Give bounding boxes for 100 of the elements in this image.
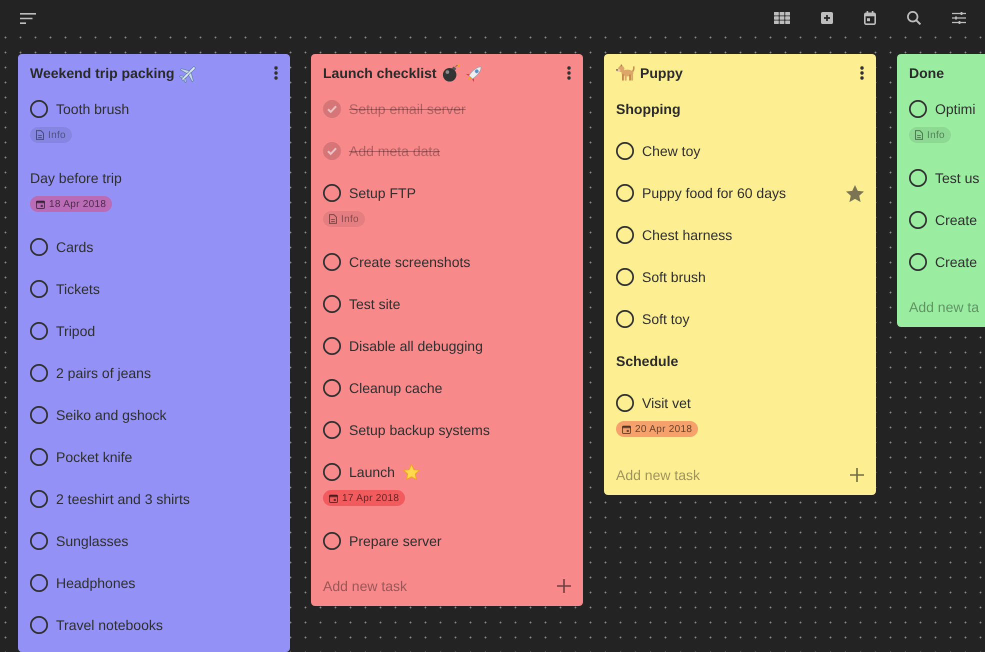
- document-icon: [36, 130, 44, 140]
- calendar-icon: [329, 494, 338, 502]
- task-text: Setup FTP: [349, 185, 416, 201]
- task-text: Soft brush: [642, 269, 706, 285]
- more-icon[interactable]: [860, 66, 864, 80]
- add-icon[interactable]: [821, 12, 833, 24]
- task-text: Cleanup cache: [349, 380, 442, 396]
- task-text: Optimi: [935, 101, 976, 117]
- checkbox[interactable]: [323, 463, 341, 481]
- checkbox[interactable]: [909, 253, 927, 271]
- checkbox[interactable]: [323, 532, 341, 550]
- task-text: Pocket knife: [56, 449, 132, 465]
- checkbox[interactable]: [909, 169, 927, 187]
- checkbox[interactable]: [909, 211, 927, 229]
- checkbox[interactable]: [616, 142, 634, 160]
- plus-icon[interactable]: [850, 468, 864, 482]
- dog-icon: [616, 64, 635, 82]
- checkbox[interactable]: [323, 421, 341, 439]
- date-label: 20 Apr 2018: [635, 424, 692, 434]
- more-icon[interactable]: [274, 66, 278, 80]
- checkbox[interactable]: [323, 142, 341, 160]
- task-text: Prepare server: [349, 533, 442, 549]
- checkbox[interactable]: [323, 295, 341, 313]
- info-label: Info: [341, 214, 359, 224]
- list-title: Done: [909, 65, 944, 81]
- checkbox[interactable]: [323, 337, 341, 355]
- checkbox[interactable]: [323, 253, 341, 271]
- task-text: Sunglasses: [56, 533, 128, 549]
- task-text: Tooth brush: [56, 101, 130, 117]
- grid-icon[interactable]: [774, 12, 790, 24]
- new-task-field[interactable]: Add new ta: [909, 299, 985, 315]
- date-badge[interactable]: 20 Apr 2018: [616, 421, 698, 437]
- task-text: 2 pairs of jeans: [56, 365, 151, 381]
- task-text: Disable all debugging: [349, 338, 483, 354]
- new-task-field[interactable]: Add new task: [323, 578, 551, 594]
- task-text: Soft toy: [642, 311, 690, 327]
- task-text: Create: [935, 254, 978, 270]
- task-text: Setup backup systems: [349, 422, 490, 438]
- star-icon: [402, 464, 420, 480]
- section-heading: Shopping: [616, 101, 681, 117]
- task-text: Travel notebooks: [56, 617, 163, 633]
- checkbox[interactable]: [30, 616, 48, 634]
- checkbox[interactable]: [30, 364, 48, 382]
- checkbox[interactable]: [616, 394, 634, 412]
- new-task-field[interactable]: Add new task: [616, 467, 844, 483]
- section-heading: Schedule: [616, 353, 678, 369]
- star-icon[interactable]: [846, 184, 864, 202]
- checkbox[interactable]: [30, 100, 48, 118]
- checkbox[interactable]: [323, 379, 341, 397]
- task-text: Setup email server: [349, 101, 466, 117]
- info-badge[interactable]: Info: [30, 127, 72, 143]
- checkbox[interactable]: [30, 574, 48, 592]
- checkbox[interactable]: [616, 268, 634, 286]
- date-badge[interactable]: 18 Apr 2018: [30, 196, 112, 212]
- task-text: Tickets: [56, 281, 100, 297]
- sort-icon[interactable]: [20, 12, 36, 24]
- info-badge[interactable]: Info: [323, 211, 365, 227]
- document-icon: [329, 214, 337, 224]
- task-text: Seiko and gshock: [56, 407, 167, 423]
- checkbox[interactable]: [616, 184, 634, 202]
- checkbox[interactable]: [323, 184, 341, 202]
- task-text: Visit vet: [642, 395, 691, 411]
- settings-icon[interactable]: [952, 12, 966, 24]
- task-text: Headphones: [56, 575, 136, 591]
- task-text: Add meta data: [349, 143, 440, 159]
- date-label: 18 Apr 2018: [49, 198, 106, 210]
- list-title: Launch checklist: [323, 65, 437, 81]
- calendar-icon: [36, 200, 45, 208]
- task-text: Chest harness: [642, 227, 732, 243]
- task-text: Cards: [56, 239, 94, 255]
- checkbox[interactable]: [30, 322, 48, 340]
- info-badge[interactable]: Info: [909, 127, 951, 143]
- bomb-icon: [442, 64, 460, 82]
- checkbox[interactable]: [30, 532, 48, 550]
- checkbox[interactable]: [323, 100, 341, 118]
- checkbox[interactable]: [30, 406, 48, 424]
- checkbox[interactable]: [616, 226, 634, 244]
- checkbox[interactable]: [616, 310, 634, 328]
- info-label: Info: [927, 130, 945, 140]
- date-label: 17 Apr 2018: [342, 492, 400, 504]
- task-text: Chew toy: [642, 143, 700, 159]
- task-text: Test us: [935, 170, 980, 186]
- task-text: Test site: [349, 296, 400, 312]
- checkbox[interactable]: [909, 100, 927, 118]
- note-text: Day before trip: [30, 170, 122, 186]
- calendar-icon[interactable]: [864, 11, 876, 25]
- date-badge[interactable]: 17 Apr 2018: [323, 490, 406, 506]
- task-text: Tripod: [56, 323, 96, 339]
- checkbox[interactable]: [30, 490, 48, 508]
- checkbox[interactable]: [30, 448, 48, 466]
- task-text: Create: [935, 212, 978, 228]
- more-icon[interactable]: [567, 66, 571, 80]
- info-label: Info: [48, 130, 66, 140]
- search-icon[interactable]: [907, 11, 921, 25]
- rocket-icon: [464, 64, 484, 82]
- task-text: 2 teeshirt and 3 shirts: [56, 491, 190, 507]
- task-text: Create screenshots: [349, 254, 470, 270]
- checkbox[interactable]: [30, 280, 48, 298]
- plus-icon[interactable]: [557, 579, 571, 593]
- checkbox[interactable]: [30, 238, 48, 256]
